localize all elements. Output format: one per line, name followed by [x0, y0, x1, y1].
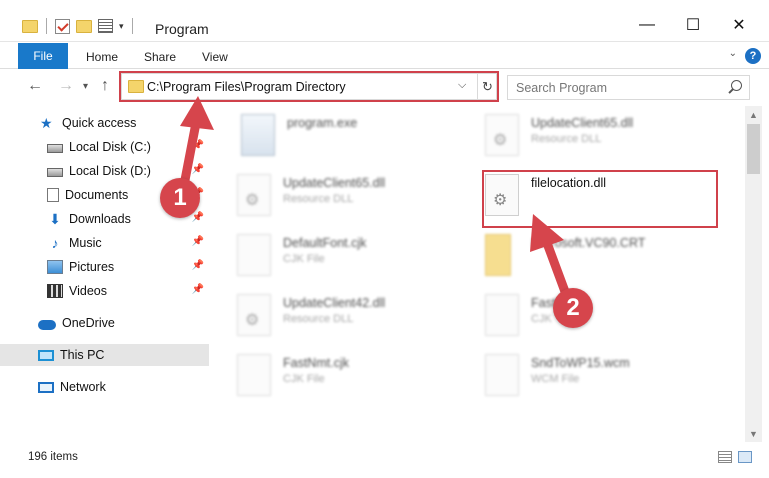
callout-badge-1: 1	[160, 178, 200, 218]
callout-arrow-1	[180, 96, 214, 185]
callout-arrows	[180, 96, 572, 302]
callout-arrow-2	[530, 214, 572, 302]
callout-badge-2: 2	[553, 288, 593, 328]
